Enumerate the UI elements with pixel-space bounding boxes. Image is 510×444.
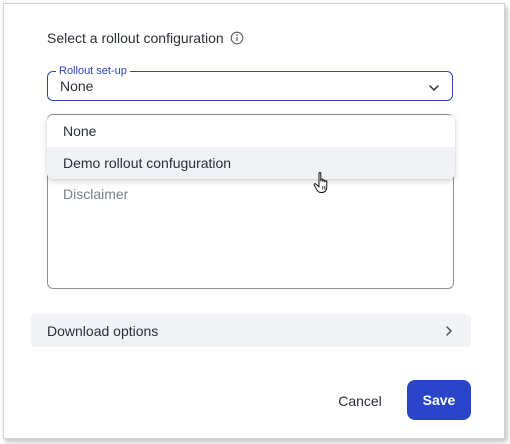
cancel-button[interactable]: Cancel (324, 386, 396, 416)
rollout-options-menu: None Demo rollout confuguration (47, 115, 455, 179)
chevron-down-icon[interactable] (428, 81, 440, 93)
rollout-dialog: Select a rollout configuration Rollout s… (3, 3, 505, 439)
section-title: Select a rollout configuration (47, 30, 244, 46)
rollout-setup-value: None (60, 78, 94, 94)
download-options-label: Download options (47, 323, 159, 339)
rollout-setup-label: Rollout set-up (56, 64, 130, 78)
save-button[interactable]: Save (407, 380, 471, 420)
menu-option-none[interactable]: None (47, 115, 455, 147)
section-title-text: Select a rollout configuration (47, 30, 224, 46)
chevron-right-icon (443, 324, 455, 336)
menu-option-demo-rollout[interactable]: Demo rollout confuguration (47, 147, 455, 179)
hand-pointer-cursor-icon (313, 171, 328, 193)
info-icon[interactable] (230, 31, 244, 45)
rollout-setup-select[interactable]: Rollout set-up None (47, 64, 453, 101)
download-options-accordion[interactable]: Download options (31, 314, 471, 347)
disclaimer-placeholder: Disclaimer (63, 186, 129, 202)
